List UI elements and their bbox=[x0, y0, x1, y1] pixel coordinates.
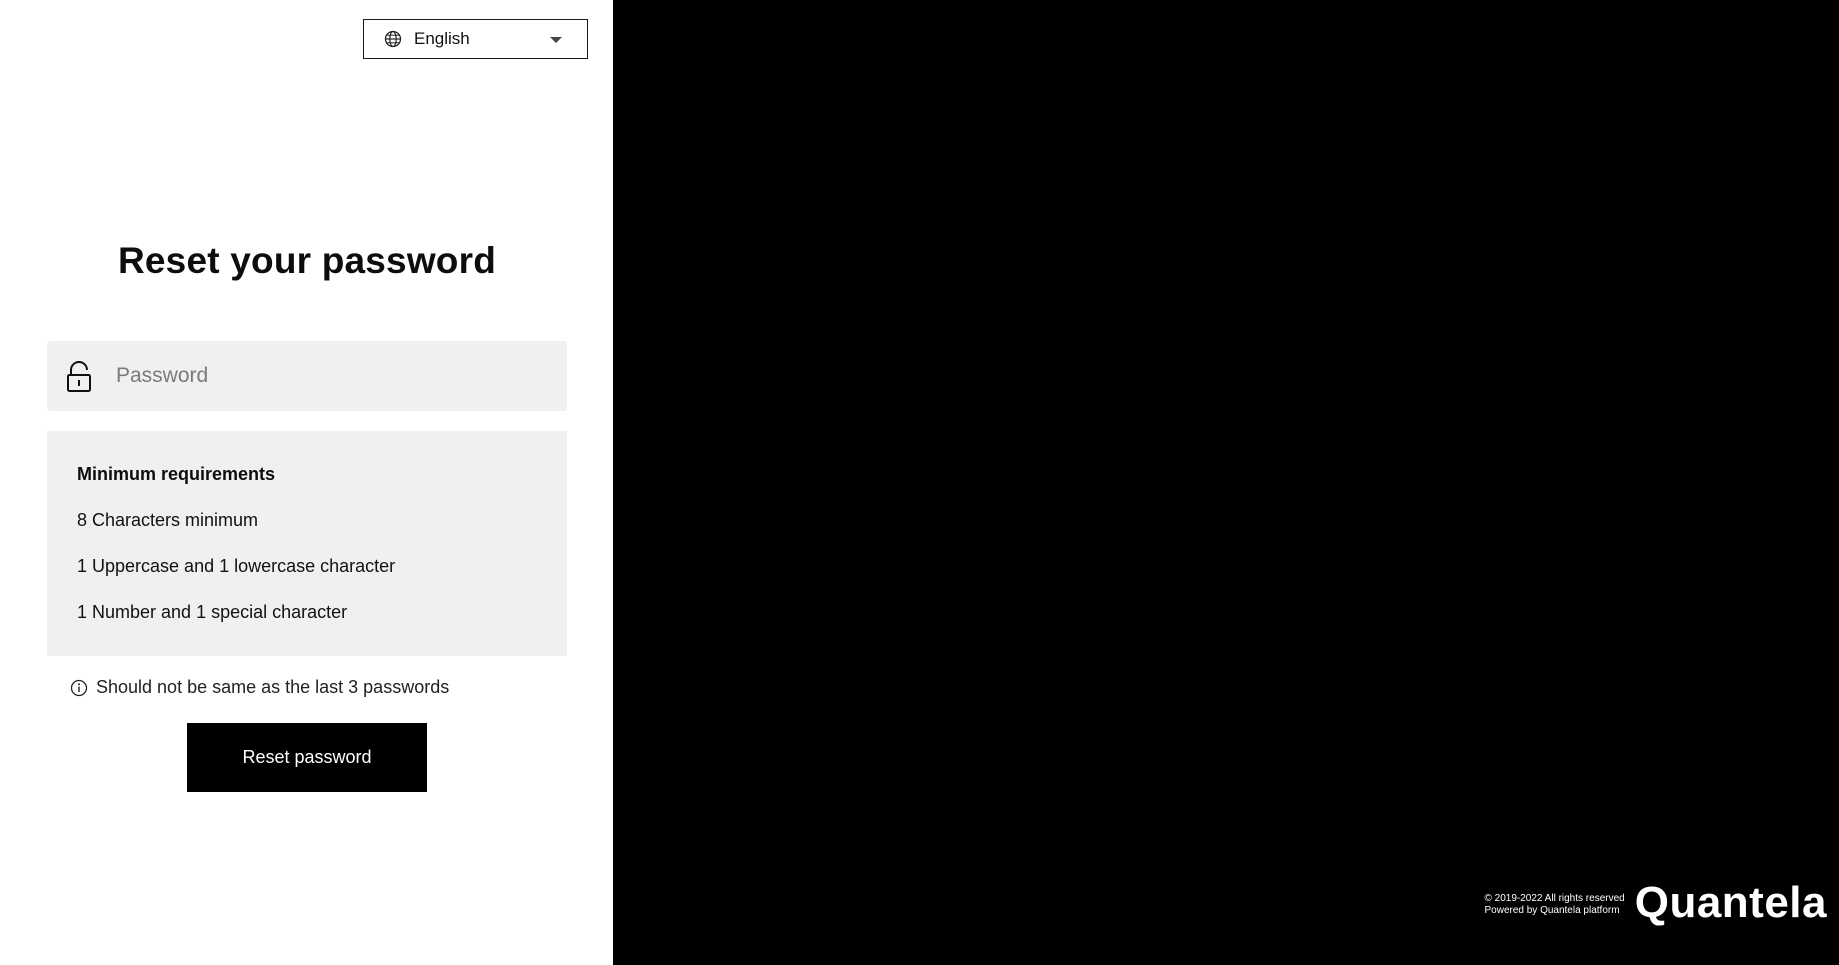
footer-brand: © 2019-2022 All rights reserved Powered … bbox=[1484, 881, 1827, 925]
copyright-text: © 2019-2022 All rights reserved bbox=[1484, 893, 1625, 904]
requirement-item: 1 Uppercase and 1 lowercase character bbox=[77, 556, 396, 576]
footer-text: © 2019-2022 All rights reserved Powered … bbox=[1484, 893, 1624, 917]
chevron-down-icon bbox=[550, 37, 562, 43]
lock-icon bbox=[66, 361, 92, 393]
requirements-heading: Minimum requirements bbox=[77, 464, 276, 484]
reset-password-button[interactable]: Reset password bbox=[187, 723, 427, 792]
requirements-box: Minimum requirements 8 Characters minimu… bbox=[47, 431, 567, 656]
language-select-value: English bbox=[414, 29, 470, 48]
globe-icon bbox=[384, 30, 402, 48]
password-history-note: Should not be same as the last 3 passwor… bbox=[70, 677, 449, 698]
form-panel: English Reset your password Minimum requ… bbox=[0, 0, 613, 965]
password-field[interactable] bbox=[47, 341, 567, 411]
requirement-item: 1 Number and 1 special character bbox=[77, 602, 348, 622]
requirement-item: 8 Characters minimum bbox=[77, 510, 259, 530]
info-icon bbox=[70, 679, 88, 697]
language-select[interactable]: English bbox=[363, 19, 588, 59]
brand-panel: © 2019-2022 All rights reserved Powered … bbox=[613, 0, 1839, 965]
password-input[interactable] bbox=[116, 341, 546, 411]
quantela-logo: Quantela bbox=[1634, 878, 1827, 927]
powered-by-text: Powered by Quantela platform bbox=[1484, 905, 1620, 916]
note-text: Should not be same as the last 3 passwor… bbox=[96, 677, 450, 697]
reset-password-page: English Reset your password Minimum requ… bbox=[0, 0, 1839, 965]
page-title: Reset your password bbox=[117, 240, 497, 281]
